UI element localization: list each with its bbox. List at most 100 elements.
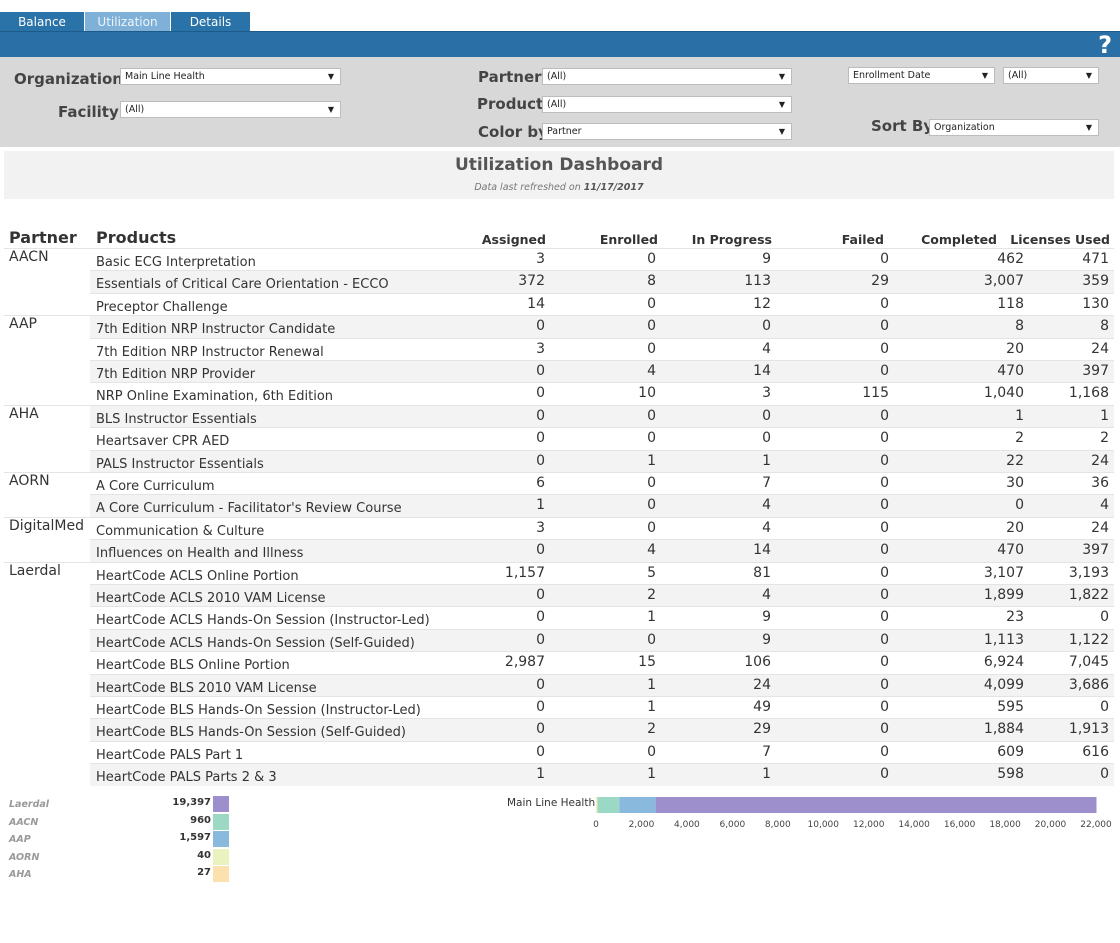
cell-in-progress: 113	[744, 273, 771, 290]
bar-segment-aap[interactable]	[619, 797, 656, 813]
product-name: A Core Curriculum - Facilitator's Review…	[96, 501, 402, 517]
refresh-note: Data last refreshed on 11/17/2017	[4, 182, 1114, 193]
cell-assigned: 6	[536, 475, 545, 491]
cell-enrolled: 0	[647, 519, 656, 536]
table-row[interactable]: HeartCode ACLS Online Portion 1,157 5 81 0 3,…	[90, 561, 1114, 584]
legend-item: AAP 1,597	[9, 831, 239, 848]
bar-segment-aha[interactable]	[596, 797, 597, 813]
bar-segment-laerdal[interactable]	[655, 797, 1097, 813]
cell-licenses-used: 0	[1100, 609, 1109, 626]
organization-select[interactable]: Main Line Health ▼	[120, 68, 341, 85]
x-tick-label: 6,000	[719, 820, 745, 830]
cell-enrolled: 15	[638, 654, 656, 671]
table-row[interactable]: Heartsaver CPR AED 0 0 0 0 2 2	[90, 427, 1114, 449]
sort-by-select[interactable]: Organization ▼	[929, 119, 1099, 136]
header-bar: ?	[0, 31, 1120, 58]
legend-swatch	[213, 813, 229, 830]
cell-licenses-used: 397	[1082, 542, 1109, 559]
legend-label: AHA	[9, 869, 32, 881]
sort-by-value: Organization	[934, 122, 995, 133]
partner-select[interactable]: (All) ▼	[542, 68, 792, 85]
x-tick-label: 8,000	[765, 820, 791, 830]
table-row[interactable]: HeartCode BLS Hands-On Session (Instruct…	[90, 696, 1114, 718]
legend-swatch	[213, 831, 229, 848]
cell-enrolled: 5	[647, 564, 656, 581]
table-row[interactable]: 7th Edition NRP Provider 0 4 14 0 470 397	[90, 360, 1114, 383]
product-name: HeartCode PALS Parts 2 & 3	[96, 770, 277, 786]
cell-completed: 1,899	[983, 587, 1024, 603]
date-value-select[interactable]: (All) ▼	[1003, 67, 1099, 84]
table-row[interactable]: Preceptor Challenge 14 0 12 0 118 130	[90, 292, 1114, 315]
page-title: Utilization Dashboard	[454, 155, 664, 175]
bar-segment-aorn[interactable]	[596, 797, 598, 813]
table-row[interactable]: HeartCode BLS 2010 VAM License 0 1 24 0 4,099…	[90, 673, 1114, 696]
chevron-down-icon: ▼	[778, 72, 785, 81]
product-name: 7th Edition NRP Instructor Candidate	[96, 322, 336, 338]
cell-enrolled: 0	[647, 295, 656, 312]
cell-failed: 29	[871, 273, 889, 290]
cell-completed: 22	[1006, 452, 1024, 469]
tab-utilization[interactable]: Utilization	[85, 12, 171, 32]
cell-assigned: 2,987	[504, 654, 545, 671]
cell-failed: 0	[880, 251, 889, 267]
table-row[interactable]: HeartCode PALS Parts 2 & 3 1 1 1 0 598 0	[90, 763, 1114, 786]
date-field-select[interactable]: Enrollment Date ▼	[848, 67, 995, 84]
cell-licenses-used: 0	[1100, 766, 1109, 783]
table-row[interactable]: Basic ECG Interpretation 3 0 9 0 462 471	[90, 248, 1114, 270]
cell-licenses-used: 4	[1100, 497, 1109, 514]
chevron-down-icon: ▼	[778, 127, 785, 136]
cell-licenses-used: 1,168	[1068, 385, 1109, 402]
table-row[interactable]: A Core Curriculum 6 0 7 0 30 36	[90, 472, 1114, 494]
product-name: Basic ECG Interpretation	[96, 255, 256, 270]
table-row[interactable]: PALS Instructor Essentials 0 1 1 0 22 24	[90, 449, 1114, 472]
table-row[interactable]: 7th Edition NRP Instructor Candidate 0 0 0 0…	[90, 315, 1114, 338]
color-by-select[interactable]: Partner ▼	[542, 123, 792, 140]
help-icon[interactable]: ?	[1098, 32, 1112, 58]
cell-in-progress: 12	[753, 295, 771, 312]
cell-completed: 8	[1015, 318, 1024, 335]
cell-enrolled: 1	[647, 609, 656, 626]
tab-balance[interactable]: Balance	[0, 12, 85, 32]
cell-licenses-used: 2	[1100, 430, 1109, 447]
table-row[interactable]: HeartCode BLS Online Portion 2,987 15 106 0 6…	[90, 651, 1114, 673]
product-select[interactable]: (All) ▼	[542, 96, 792, 113]
table-row[interactable]: NRP Online Examination, 6th Edition 0 10 3 1…	[90, 382, 1114, 404]
table-row[interactable]: HeartCode BLS Hands-On Session (Self-Gui…	[90, 718, 1114, 741]
cell-completed: 3,007	[983, 273, 1024, 290]
facility-select[interactable]: (All) ▼	[120, 101, 341, 118]
table-row[interactable]: HeartCode ACLS 2010 VAM License 0 2 4 0 1,899…	[90, 584, 1114, 607]
table-row[interactable]: A Core Curriculum - Facilitator's Review…	[90, 494, 1114, 517]
cell-enrolled: 0	[647, 631, 656, 648]
table-row[interactable]: BLS Instructor Essentials 0 0 0 0 1 1	[90, 404, 1114, 428]
tab-details[interactable]: Details	[171, 12, 251, 32]
cell-enrolled: 0	[647, 475, 656, 491]
table-row[interactable]: Communication & Culture 3 0 4 0 20 24	[90, 516, 1114, 539]
cell-in-progress: 4	[762, 519, 771, 536]
cell-failed: 0	[880, 452, 889, 469]
product-name: Preceptor Challenge	[96, 299, 228, 315]
cell-in-progress: 106	[744, 654, 771, 671]
bar-segment-aacn[interactable]	[597, 797, 620, 813]
cell-completed: 1,040	[983, 385, 1024, 402]
cell-in-progress: 1	[762, 766, 771, 783]
product-name: Essentials of Critical Care Orientation …	[96, 277, 389, 293]
cell-failed: 115	[862, 385, 889, 402]
table-row[interactable]: HeartCode ACLS Hands-On Session (Instruc…	[90, 606, 1114, 628]
table-row[interactable]: Essentials of Critical Care Orientation …	[90, 270, 1114, 293]
legend-swatch	[213, 796, 229, 812]
legend-value: 40	[197, 849, 211, 861]
table-row[interactable]: Influences on Health and Illness 0 4 14 0 470…	[90, 539, 1114, 562]
cell-assigned: 0	[536, 542, 545, 559]
cell-assigned: 0	[536, 676, 545, 693]
stacked-bar-chart: 0 2,000 4,000 6,000 8,000 10,000 12,000 14,000 1…	[593, 797, 1112, 830]
cell-enrolled: 0	[647, 340, 656, 357]
cell-in-progress: 29	[753, 721, 771, 738]
table-row[interactable]: HeartCode PALS Part 1 0 0 7 0 609 616	[90, 740, 1114, 763]
cell-enrolled: 2	[647, 721, 656, 738]
partner-name: DigitalMed	[9, 517, 84, 534]
product-name: HeartCode PALS Part 1	[96, 747, 244, 763]
table-row[interactable]: HeartCode ACLS Hands-On Session (Self-Gu…	[90, 628, 1114, 652]
table-row[interactable]: 7th Edition NRP Instructor Renewal 3 0 4 0 20…	[90, 337, 1114, 360]
cell-assigned: 0	[536, 721, 545, 738]
legend-value: 27	[197, 867, 211, 879]
